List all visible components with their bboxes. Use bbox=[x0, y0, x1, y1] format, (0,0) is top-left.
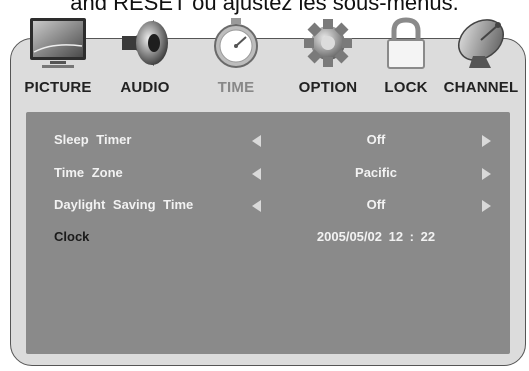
arrow-left-icon[interactable] bbox=[252, 200, 261, 212]
tab-picture[interactable]: PICTURE bbox=[18, 0, 98, 100]
tab-label: AUDIO bbox=[120, 79, 170, 96]
arrow-right-icon[interactable] bbox=[482, 135, 491, 147]
tab-label: CHANNEL bbox=[443, 79, 519, 96]
setting-label: Time Zone bbox=[54, 165, 123, 180]
setting-label: Clock bbox=[54, 229, 90, 244]
gear-icon bbox=[301, 16, 355, 75]
setting-label: Sleep Timer bbox=[54, 132, 132, 147]
tab-label: TIME bbox=[217, 79, 255, 96]
lock-icon bbox=[383, 16, 429, 75]
tab-label: LOCK bbox=[384, 79, 428, 96]
setting-value: Off bbox=[366, 132, 386, 147]
tab-option[interactable]: OPTION bbox=[290, 0, 366, 100]
arrow-right-icon[interactable] bbox=[482, 200, 491, 212]
setting-row-time-zone[interactable]: Time Zone Pacific bbox=[26, 165, 510, 185]
setting-row-clock[interactable]: Clock 2005/05/02 12 : 22 bbox=[26, 229, 510, 249]
satellite-dish-icon bbox=[453, 16, 509, 75]
tab-audio[interactable]: AUDIO bbox=[112, 0, 178, 100]
tab-bar: PICTURE AUDIO TIME OPTION LOCK CHANNEL bbox=[10, 0, 526, 110]
arrow-left-icon[interactable] bbox=[252, 135, 261, 147]
clock-value: 2005/05/02 12 : 22 bbox=[316, 229, 436, 244]
tab-channel[interactable]: CHANNEL bbox=[438, 0, 524, 100]
tab-label: OPTION bbox=[298, 79, 358, 96]
setting-value: Off bbox=[366, 197, 386, 212]
arrow-right-icon[interactable] bbox=[482, 168, 491, 180]
setting-value: Pacific bbox=[355, 165, 397, 180]
speaker-icon bbox=[118, 16, 172, 75]
stopwatch-icon bbox=[210, 16, 262, 75]
picture-icon bbox=[28, 16, 88, 75]
setting-row-daylight-saving-time[interactable]: Daylight Saving Time Off bbox=[26, 197, 510, 217]
setting-label: Daylight Saving Time bbox=[54, 197, 194, 212]
tab-time[interactable]: TIME bbox=[206, 0, 266, 100]
arrow-left-icon[interactable] bbox=[252, 168, 261, 180]
setting-row-sleep-timer[interactable]: Sleep Timer Off bbox=[26, 132, 510, 152]
tab-lock[interactable]: LOCK bbox=[378, 0, 434, 100]
tab-label: PICTURE bbox=[24, 79, 92, 96]
time-settings-panel: Sleep Timer Off Time Zone Pacific Daylig… bbox=[26, 112, 510, 354]
